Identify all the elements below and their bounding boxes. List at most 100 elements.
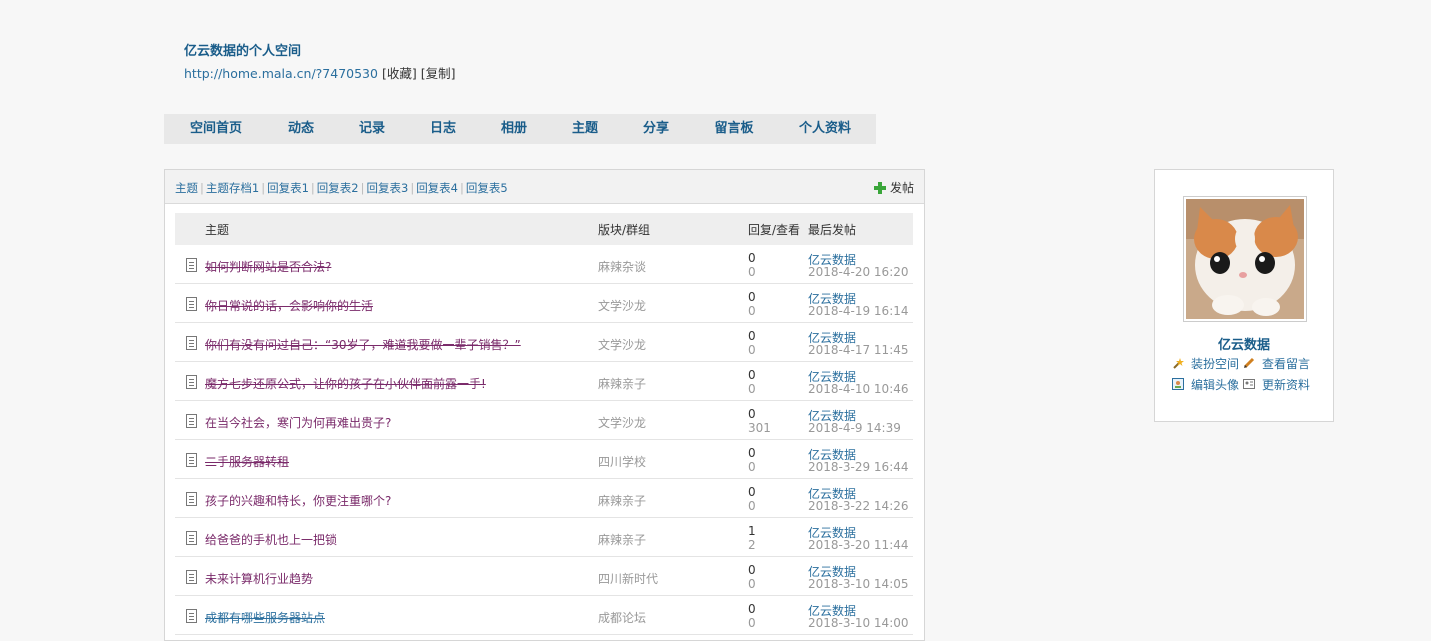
table-row: 二手服务器转租 四川学校 0 0 亿云数据 2018-3-29 16:44: [175, 440, 913, 479]
main-nav: 空间首页 动态 记录 日志 相册 主题 分享 留言板 个人资料: [164, 114, 876, 144]
wand-icon: [1172, 357, 1184, 369]
nav-guestbook[interactable]: 留言板: [694, 114, 774, 144]
view-count: 0: [748, 304, 756, 318]
thread-title-link[interactable]: 二手服务器转租: [205, 453, 289, 470]
nav-home[interactable]: 空间首页: [164, 114, 268, 144]
table-row: 魔方七步还原公式，让你的孩子在小伙伴面前露一手! 麻辣亲子 0 0 亿云数据 2018-4…: [175, 362, 913, 401]
tab-reply-table-1[interactable]: 回复表1: [267, 181, 309, 195]
tab-reply-table-2[interactable]: 回复表2: [317, 181, 359, 195]
thread-title-link[interactable]: 魔方七步还原公式，让你的孩子在小伙伴面前露一手!: [205, 375, 486, 392]
last-post-date: 2018-3-10 14:05: [808, 577, 909, 591]
forum-link[interactable]: 麻辣亲子: [598, 492, 646, 509]
forum-link[interactable]: 麻辣亲子: [598, 531, 646, 548]
nav-profile[interactable]: 个人资料: [774, 114, 876, 144]
view-count: 0: [748, 343, 756, 357]
edit-avatar-link[interactable]: 编辑头像: [1191, 376, 1239, 393]
last-post-date: 2018-3-22 14:26: [808, 499, 909, 513]
space-url-link[interactable]: http://home.mala.cn/?7470530: [184, 66, 378, 81]
forum-link[interactable]: 麻辣亲子: [598, 375, 646, 392]
profile-username[interactable]: 亿云数据: [1155, 334, 1333, 353]
last-post-date: 2018-4-20 16:20: [808, 265, 909, 279]
tab-threads[interactable]: 主题: [175, 181, 198, 195]
document-icon: [186, 609, 197, 623]
view-messages-link[interactable]: 查看留言: [1262, 355, 1310, 372]
thread-panel: 主题 | 主题存档1 | 回复表1 | 回复表2 | 回复表3 | 回复表4 | 回复表5 发帖 主题 …: [164, 169, 925, 641]
view-count: 0: [748, 460, 756, 474]
table-row: 孩子的兴趣和特长，你更注重哪个? 麻辣亲子 0 0 亿云数据 2018-3-22 14:2…: [175, 479, 913, 518]
reply-count: 0: [748, 407, 756, 421]
thread-title-link[interactable]: 你日常说的话，会影响你的生活: [205, 297, 373, 314]
tab-thread-archive[interactable]: 主题存档1: [206, 181, 259, 195]
thread-title-link[interactable]: 孩子的兴趣和特长，你更注重哪个?: [205, 492, 391, 509]
header-title: 主题: [205, 223, 230, 237]
thread-title-link[interactable]: 成都有哪些服务器站点: [205, 609, 325, 626]
forum-link[interactable]: 麻辣杂谈: [598, 258, 646, 275]
document-icon: [186, 531, 197, 545]
table-row: 给爸爸的手机也上一把锁 麻辣亲子 1 2 亿云数据 2018-3-20 11:44: [175, 518, 913, 557]
table-row: 成都有哪些服务器站点 成都论坛 0 0 亿云数据 2018-3-10 14:00: [175, 596, 913, 635]
thread-title-link[interactable]: 未来计算机行业趋势: [205, 570, 313, 587]
forum-link[interactable]: 四川学校: [598, 453, 646, 470]
subnav-bar: 主题 | 主题存档1 | 回复表1 | 回复表2 | 回复表3 | 回复表4 | 回复表5 发帖: [165, 170, 924, 204]
document-icon: [186, 453, 197, 467]
table-row: 未来计算机行业趋势 四川新时代 0 0 亿云数据 2018-3-10 14:05: [175, 557, 913, 596]
view-count: 0: [748, 382, 756, 396]
avatar-frame[interactable]: [1183, 196, 1307, 322]
forum-link[interactable]: 文学沙龙: [598, 336, 646, 353]
view-count: 301: [748, 421, 771, 435]
nav-threads[interactable]: 主题: [552, 114, 618, 144]
forum-link[interactable]: 成都论坛: [598, 609, 646, 626]
reply-count: 0: [748, 329, 756, 343]
nav-album[interactable]: 相册: [476, 114, 552, 144]
update-profile-link[interactable]: 更新资料: [1262, 376, 1310, 393]
tab-reply-table-5[interactable]: 回复表5: [466, 181, 508, 195]
copy-link[interactable]: 复制: [426, 66, 451, 81]
document-icon: [186, 336, 197, 350]
document-icon: [186, 414, 197, 428]
bookmark-link[interactable]: 收藏: [387, 66, 412, 81]
tab-reply-table-3[interactable]: 回复表3: [366, 181, 408, 195]
thread-title-link[interactable]: 你们有没有问过自己：“30岁了，难道我要做一辈子销售？”: [205, 336, 521, 353]
site-title[interactable]: 亿云数据的个人空间: [184, 40, 301, 59]
view-count: 0: [748, 499, 756, 513]
reply-count: 1: [748, 524, 756, 538]
decorate-space-link[interactable]: 装扮空间: [1191, 355, 1239, 372]
table-row: 你日常说的话，会影响你的生活 文学沙龙 0 0 亿云数据 2018-4-19 16:14: [175, 284, 913, 323]
table-row: 你们有没有问过自己：“30岁了，难道我要做一辈子销售？” 文学沙龙 0 0 亿云数据 20…: [175, 323, 913, 362]
view-count: 2: [748, 538, 756, 552]
tab-reply-table-4[interactable]: 回复表4: [416, 181, 458, 195]
reply-count: 0: [748, 602, 756, 616]
last-post-date: 2018-3-20 11:44: [808, 538, 909, 552]
document-icon: [186, 570, 197, 584]
new-post-button[interactable]: 发帖: [873, 179, 914, 196]
nav-share[interactable]: 分享: [618, 114, 694, 144]
thread-title-link[interactable]: 如何判断网站是否合法?: [205, 258, 331, 275]
nav-feed[interactable]: 动态: [268, 114, 334, 144]
document-icon: [186, 375, 197, 389]
nav-blog[interactable]: 日志: [410, 114, 476, 144]
profile-card-icon: [1243, 378, 1255, 390]
table-row: 在当今社会，寒门为何再难出贵子? 文学沙龙 0 301 亿云数据 2018-4-9 14:…: [175, 401, 913, 440]
forum-link[interactable]: 文学沙龙: [598, 414, 646, 431]
view-count: 0: [748, 265, 756, 279]
reply-count: 0: [748, 290, 756, 304]
table-row: 如何判断网站是否合法? 麻辣杂谈 0 0 亿云数据 2018-4-20 16:20: [175, 245, 913, 284]
view-count: 0: [748, 616, 756, 630]
view-count: 0: [748, 577, 756, 591]
profile-card: 亿云数据 装扮空间 查看留言 编辑头像 更新资料: [1154, 169, 1334, 422]
last-post-date: 2018-4-9 14:39: [808, 421, 901, 435]
nav-records[interactable]: 记录: [334, 114, 410, 144]
plus-icon: [873, 181, 886, 194]
thread-list: 如何判断网站是否合法? 麻辣杂谈 0 0 亿云数据 2018-4-20 16:20 你日常说…: [175, 245, 913, 635]
reply-count: 0: [748, 368, 756, 382]
forum-link[interactable]: 四川新时代: [598, 570, 658, 587]
reply-count: 0: [748, 563, 756, 577]
last-post-date: 2018-3-10 14:00: [808, 616, 909, 630]
thread-title-link[interactable]: 在当今社会，寒门为何再难出贵子?: [205, 414, 391, 431]
subnav-tabs: 主题 | 主题存档1 | 回复表1 | 回复表2 | 回复表3 | 回复表4 | 回复表5: [175, 181, 508, 195]
document-icon: [186, 258, 197, 272]
forum-link[interactable]: 文学沙龙: [598, 297, 646, 314]
new-post-label: 发帖: [889, 181, 914, 195]
thread-title-link[interactable]: 给爸爸的手机也上一把锁: [205, 531, 337, 548]
reply-count: 0: [748, 251, 756, 265]
